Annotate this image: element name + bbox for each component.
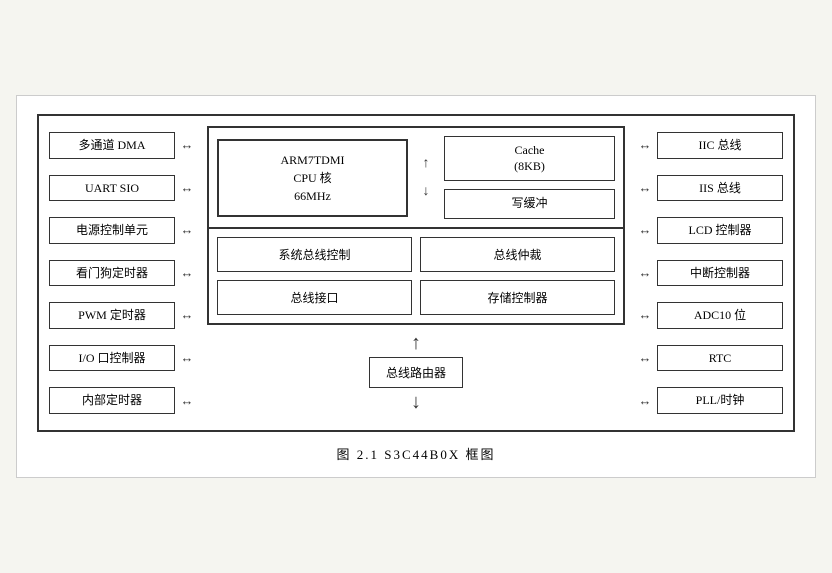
right-item-1: ↔ IIS 总线 (633, 175, 783, 202)
router-up-arrow: ↑ (411, 333, 421, 353)
col-left: 多通道 DMA ↔ UART SIO ↔ 电源控制单元 ↔ 看门狗定时器 ↔ P… (49, 126, 199, 420)
col-center: ARM7TDMI CPU 核 66MHz ↑ ↓ Cache (8KB) (199, 126, 633, 420)
router-down-arrow: ↓ (411, 392, 421, 412)
left-arrow-3: ↔ (175, 265, 199, 281)
left-item-3: 看门狗定时器 ↔ (49, 260, 199, 287)
cpu-label-line1: ARM7TDMI (280, 153, 344, 167)
inner-bottom: 系统总线控制 总线仲裁 总线接口 存储控制器 (209, 227, 623, 323)
right-item-3: ↔ 中断控制器 (633, 260, 783, 287)
left-item-4: PWM 定时器 ↔ (49, 302, 199, 329)
cache-label-2: (8KB) (514, 159, 545, 173)
arrow-up-icon: ↑ (423, 156, 430, 172)
left-item-6: 内部定时器 ↔ (49, 387, 199, 414)
router-block: 总线路由器 (369, 357, 463, 388)
right-block-6: PLL/时钟 (657, 387, 783, 414)
cpu-label-line2: CPU 核 (293, 171, 331, 185)
right-item-5: ↔ RTC (633, 345, 783, 372)
left-item-1: UART SIO ↔ (49, 175, 199, 202)
router-wrapper: ↑ 总线路由器 ↓ (207, 331, 625, 414)
col-right: ↔ IIC 总线 ↔ IIS 总线 ↔ LCD 控制器 ↔ 中断控制器 ↔ (633, 126, 783, 420)
left-block-5: I/O 口控制器 (49, 345, 175, 372)
cache-block: Cache (8KB) (444, 136, 615, 181)
left-item-5: I/O 口控制器 ↔ (49, 345, 199, 372)
right-arrow-6: ↔ (633, 393, 657, 409)
right-block-5: RTC (657, 345, 783, 372)
left-arrow-4: ↔ (175, 307, 199, 323)
cache-area: Cache (8KB) 写缓冲 (444, 136, 615, 219)
bottom-block-1: 总线仲裁 (420, 237, 615, 272)
right-block-1: IIS 总线 (657, 175, 783, 202)
right-arrow-5: ↔ (633, 350, 657, 366)
right-arrow-0: ↔ (633, 137, 657, 153)
right-block-4: ADC10 位 (657, 302, 783, 329)
right-block-3: 中断控制器 (657, 260, 783, 287)
left-arrow-5: ↔ (175, 350, 199, 366)
right-item-0: ↔ IIC 总线 (633, 132, 783, 159)
cpu-label-line3: 66MHz (294, 189, 331, 203)
right-arrow-4: ↔ (633, 307, 657, 323)
left-block-2: 电源控制单元 (49, 217, 175, 244)
left-arrow-2: ↔ (175, 222, 199, 238)
left-arrow-0: ↔ (175, 137, 199, 153)
left-arrow-6: ↔ (175, 393, 199, 409)
inner-diagram: ARM7TDMI CPU 核 66MHz ↑ ↓ Cache (8KB) (207, 126, 625, 325)
page-wrapper: 多通道 DMA ↔ UART SIO ↔ 电源控制单元 ↔ 看门狗定时器 ↔ P… (16, 95, 816, 478)
diagram-caption: 图 2.1 S3C44B0X 框图 (37, 444, 795, 463)
cache-label-1: Cache (515, 143, 545, 157)
bottom-block-2: 总线接口 (217, 280, 412, 315)
right-item-6: ↔ PLL/时钟 (633, 387, 783, 414)
right-arrow-3: ↔ (633, 265, 657, 281)
bottom-block-3: 存储控制器 (420, 280, 615, 315)
right-arrow-1: ↔ (633, 180, 657, 196)
right-arrow-2: ↔ (633, 222, 657, 238)
inner-top: ARM7TDMI CPU 核 66MHz ↑ ↓ Cache (8KB) (209, 128, 623, 227)
bottom-block-0: 系统总线控制 (217, 237, 412, 272)
left-block-4: PWM 定时器 (49, 302, 175, 329)
diagram: 多通道 DMA ↔ UART SIO ↔ 电源控制单元 ↔ 看门狗定时器 ↔ P… (37, 114, 795, 432)
cpu-cache-arrows: ↑ ↓ (416, 156, 436, 200)
arrow-down-icon: ↓ (423, 184, 430, 200)
right-block-0: IIC 总线 (657, 132, 783, 159)
left-block-6: 内部定时器 (49, 387, 175, 414)
left-item-2: 电源控制单元 ↔ (49, 217, 199, 244)
write-buffer-block: 写缓冲 (444, 189, 615, 219)
right-item-2: ↔ LCD 控制器 (633, 217, 783, 244)
left-block-1: UART SIO (49, 175, 175, 202)
left-arrow-1: ↔ (175, 180, 199, 196)
left-block-3: 看门狗定时器 (49, 260, 175, 287)
diagram-inner: 多通道 DMA ↔ UART SIO ↔ 电源控制单元 ↔ 看门狗定时器 ↔ P… (49, 126, 783, 420)
left-block-0: 多通道 DMA (49, 132, 175, 159)
cpu-block: ARM7TDMI CPU 核 66MHz (217, 139, 408, 217)
left-item-0: 多通道 DMA ↔ (49, 132, 199, 159)
right-block-2: LCD 控制器 (657, 217, 783, 244)
right-item-4: ↔ ADC10 位 (633, 302, 783, 329)
